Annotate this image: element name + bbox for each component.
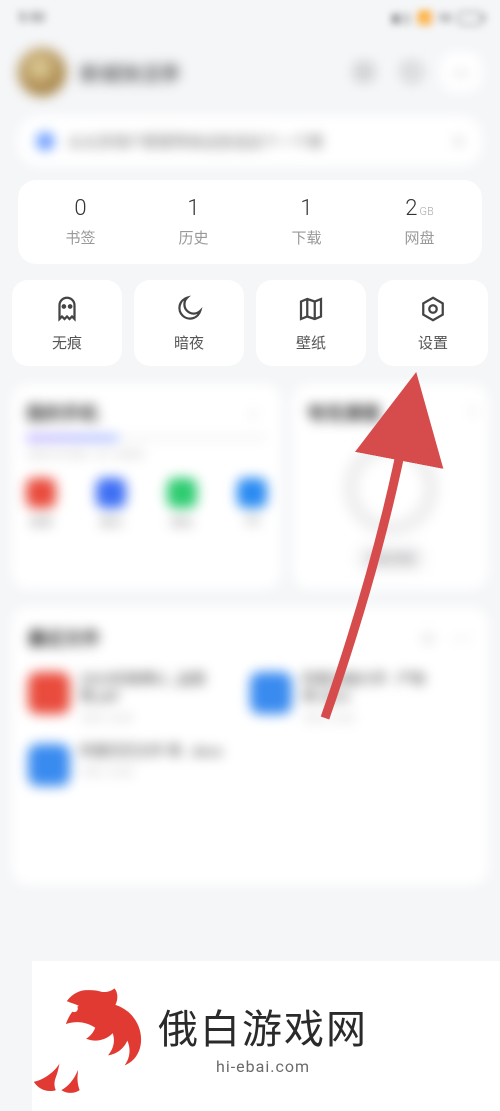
stat-bookmarks[interactable]: 0 书签 bbox=[24, 196, 137, 248]
storage-subtitle: 已用 39.8GB / 共 128GB bbox=[26, 446, 267, 462]
tool-label: 设置 bbox=[418, 332, 448, 353]
watermark-url: hi-ebai.com bbox=[216, 1057, 310, 1076]
ghost-icon bbox=[52, 294, 82, 324]
file-icon bbox=[250, 672, 292, 714]
tool-darkmode[interactable]: 暗夜 bbox=[134, 280, 244, 366]
notice-text: 从众多用户那里带来这些话这个一个窝 bbox=[68, 131, 323, 152]
stat-value: 2GB bbox=[363, 196, 476, 221]
mid-cards: 我的手机 › 已用 39.8GB / 共 128GB 微博 腾讯 微信 QQ 夸… bbox=[12, 384, 488, 589]
more-button[interactable]: ⋯ bbox=[440, 52, 482, 92]
status-bar: 5:50 ▮▯▯ 📶 90 bbox=[0, 0, 500, 34]
app-icon bbox=[167, 478, 197, 508]
settings-icon bbox=[418, 294, 448, 324]
file-name: 阿里全面大学 - 产物库.docx bbox=[302, 672, 454, 706]
storage-bar bbox=[26, 436, 267, 440]
stat-label: 网盘 bbox=[363, 227, 476, 248]
plus-icon[interactable]: ＋ bbox=[418, 623, 438, 652]
app-item[interactable]: QQ bbox=[237, 478, 267, 530]
tools-row: 无痕 暗夜 壁纸 设置 bbox=[12, 280, 488, 366]
profile-header: 新城快活亭 ⋯ bbox=[0, 34, 500, 110]
status-right: ▮▯▯ 📶 90 bbox=[392, 11, 482, 25]
stat-value: 1 bbox=[137, 196, 250, 221]
list-item[interactable]: 阿里巴巴文件 等. .docx 今天 13:28 bbox=[28, 744, 232, 786]
wifi-icon: 📶 bbox=[418, 11, 433, 25]
chevron-right-icon: › bbox=[471, 400, 476, 421]
chevron-right-icon: › bbox=[250, 403, 255, 424]
file-name: 阿里巴巴文件 等. .docx bbox=[80, 744, 222, 761]
clean-card[interactable]: 夸克清理 › 深度清理 bbox=[293, 384, 488, 589]
stat-downloads[interactable]: 1 下载 bbox=[250, 196, 363, 248]
status-time: 5:50 bbox=[18, 10, 45, 26]
stat-label: 下载 bbox=[250, 227, 363, 248]
app-label: 微信 bbox=[171, 514, 193, 530]
stat-history[interactable]: 1 历史 bbox=[137, 196, 250, 248]
app-item[interactable]: 微博 bbox=[26, 478, 56, 530]
notice-badge-icon bbox=[36, 132, 54, 150]
app-item[interactable]: 微信 bbox=[167, 478, 197, 530]
clean-gauge bbox=[343, 440, 439, 536]
card-title: 最近文件 bbox=[28, 625, 418, 651]
stats-card: 0 书签 1 历史 1 下载 2GB 网盘 bbox=[18, 180, 482, 264]
tool-wallpaper[interactable]: 壁纸 bbox=[256, 280, 366, 366]
stat-label: 书签 bbox=[24, 227, 137, 248]
stat-value: 1 bbox=[250, 196, 363, 221]
recent-files-card: 最近文件 ＋ ⋯ 2023年微博以 _品图像.pdf 今天 13:30 阿里全面大… bbox=[12, 607, 488, 885]
file-time: 今天 13:30 bbox=[80, 710, 232, 726]
watermark: 俄白游戏网 hi-ebai.com bbox=[32, 961, 488, 1111]
app-icon bbox=[237, 478, 267, 508]
card-title: 我的手机 bbox=[26, 400, 98, 426]
tool-label: 无痕 bbox=[52, 332, 82, 353]
battery-percent: 90 bbox=[439, 11, 453, 25]
avatar[interactable] bbox=[18, 48, 66, 96]
file-icon bbox=[28, 744, 70, 786]
file-name: 2023年微博以 _品图像.pdf bbox=[80, 672, 232, 706]
rooster-logo-icon bbox=[32, 976, 142, 1096]
clean-button[interactable]: 深度清理 bbox=[355, 544, 427, 573]
moon-icon bbox=[174, 294, 204, 324]
tool-incognito[interactable]: 无痕 bbox=[12, 280, 122, 366]
recent-grid: 2023年微博以 _品图像.pdf 今天 13:30 阿里全面大学 - 产物库.d… bbox=[28, 672, 472, 786]
file-icon bbox=[28, 672, 70, 714]
stat-value: 0 bbox=[24, 196, 137, 221]
stat-cloud[interactable]: 2GB 网盘 bbox=[363, 196, 476, 248]
battery-icon bbox=[458, 12, 482, 25]
stat-label: 历史 bbox=[137, 227, 250, 248]
username[interactable]: 新城快活亭 bbox=[80, 58, 180, 87]
app-label: 腾讯 bbox=[100, 514, 122, 530]
more-icon[interactable]: ⋯ bbox=[452, 626, 472, 650]
tool-settings[interactable]: 设置 bbox=[378, 280, 488, 366]
app-grid: 微博 腾讯 微信 QQ bbox=[26, 478, 267, 530]
scan-icon[interactable] bbox=[344, 52, 384, 92]
card-title: 夸克清理 bbox=[307, 400, 474, 426]
map-icon bbox=[296, 294, 326, 324]
list-item[interactable]: 2023年微博以 _品图像.pdf 今天 13:30 bbox=[28, 672, 232, 726]
file-time: 今天 13:28 bbox=[80, 764, 222, 780]
file-time: 今天 13:29 bbox=[302, 710, 454, 726]
app-label: 微博 bbox=[30, 514, 52, 530]
app-icon bbox=[26, 478, 56, 508]
list-item[interactable]: 阿里全面大学 - 产物库.docx 今天 13:29 bbox=[250, 672, 454, 726]
signal-icon: ▮▯▯ bbox=[392, 11, 412, 25]
watermark-title: 俄白游戏网 bbox=[158, 997, 368, 1055]
my-phone-card[interactable]: 我的手机 › 已用 39.8GB / 共 128GB 微博 腾讯 微信 QQ bbox=[12, 384, 281, 589]
close-icon[interactable]: × bbox=[453, 129, 464, 153]
notice-banner[interactable]: 从众多用户那里带来这些话这个一个窝 × bbox=[18, 116, 482, 166]
refresh-icon[interactable] bbox=[392, 52, 432, 92]
tool-label: 壁纸 bbox=[296, 332, 326, 353]
app-label: QQ bbox=[245, 514, 260, 527]
app-item[interactable]: 腾讯 bbox=[96, 478, 126, 530]
tool-label: 暗夜 bbox=[174, 332, 204, 353]
app-icon bbox=[96, 478, 126, 508]
